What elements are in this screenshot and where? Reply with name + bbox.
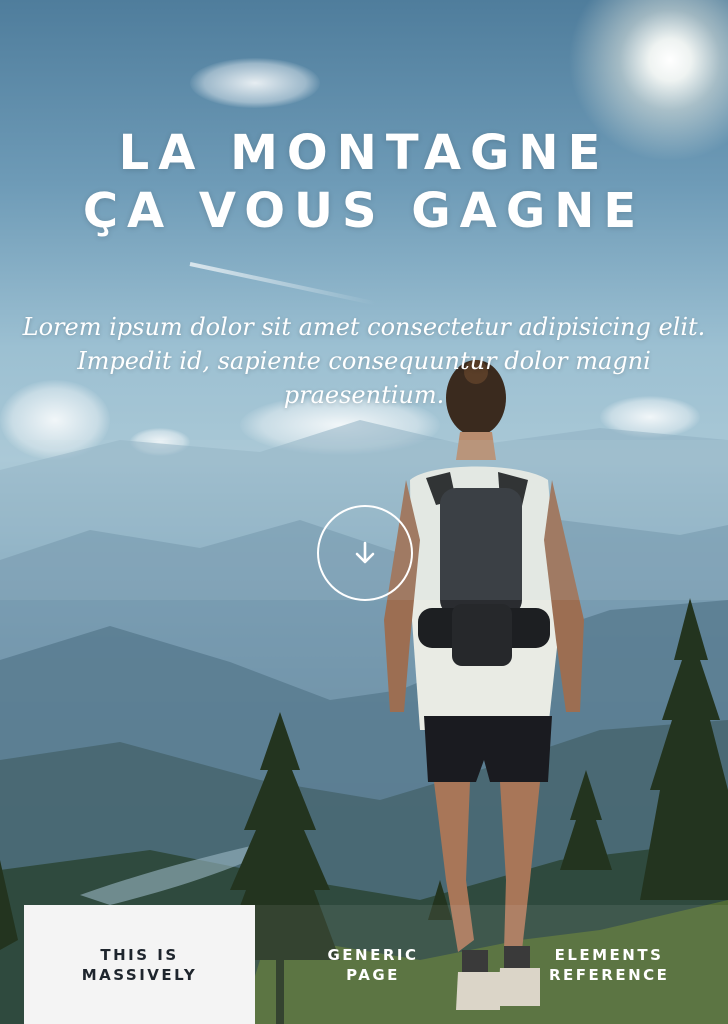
headline-line-1: LA MONTAGNE bbox=[118, 125, 610, 181]
nav-item-label: ELEMENTS REFERENCE bbox=[549, 945, 670, 984]
hero-intro-text: Lorem ipsum dolor sit amet consectetur a… bbox=[22, 313, 706, 409]
nav-item-label: THIS IS MASSIVELY bbox=[81, 945, 198, 984]
hero-background: LA MONTAGNE ÇA VOUS GAGNE Lorem ipsum do… bbox=[0, 0, 728, 1024]
hero-headline: LA MONTAGNE ÇA VOUS GAGNE bbox=[0, 124, 728, 240]
nav-item-label: GENERIC PAGE bbox=[327, 945, 419, 984]
arrow-down-icon bbox=[355, 541, 375, 564]
nav-item-this-is-massively[interactable]: THIS IS MASSIVELY bbox=[24, 905, 255, 1024]
headline-line-2: ÇA VOUS GAGNE bbox=[82, 183, 646, 239]
nav-item-elements-reference[interactable]: ELEMENTS REFERENCE bbox=[491, 905, 727, 1024]
main-nav: THIS IS MASSIVELY GENERIC PAGE ELEMENTS … bbox=[24, 905, 728, 1024]
nav-item-generic-page[interactable]: GENERIC PAGE bbox=[255, 905, 491, 1024]
scroll-down-button[interactable] bbox=[317, 505, 413, 601]
